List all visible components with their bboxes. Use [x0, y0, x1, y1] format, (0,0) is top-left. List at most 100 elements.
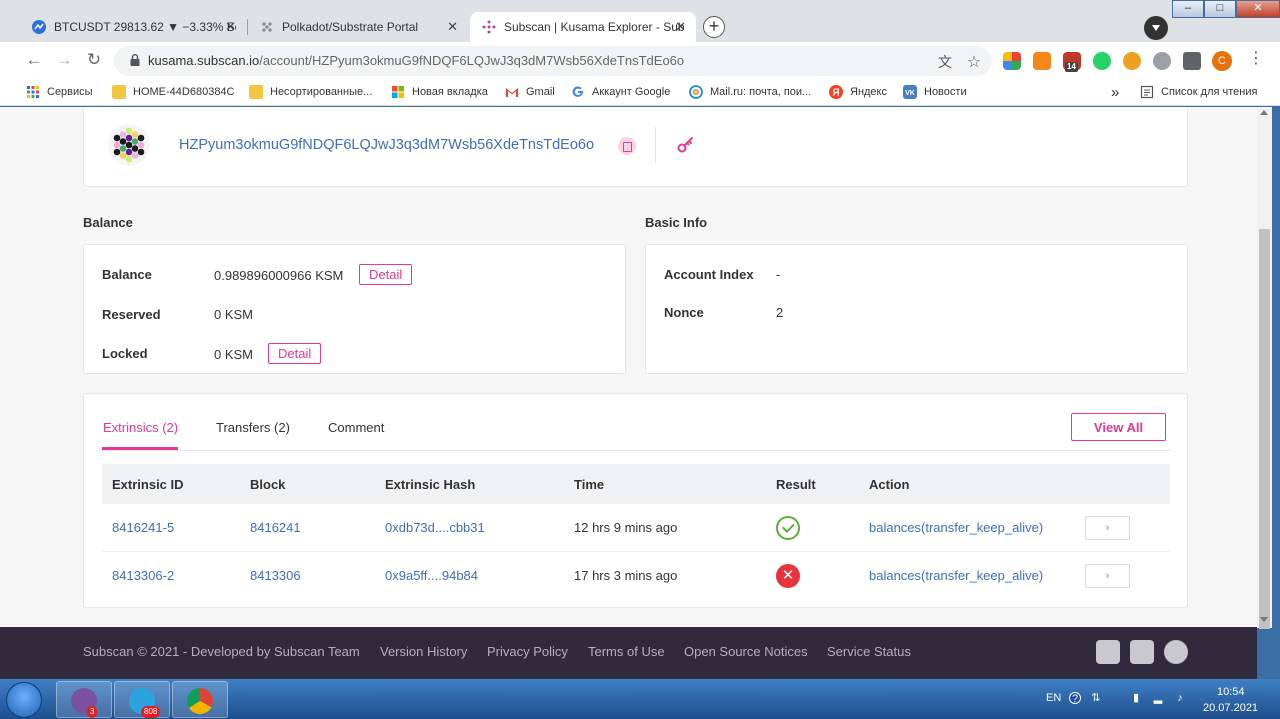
extrinsic-hash-link[interactable]: 0x9a5ff....94b84 [385, 568, 478, 583]
footer-terms-of-use[interactable]: Terms of Use [588, 644, 665, 659]
footer-privacy-policy[interactable]: Privacy Policy [487, 644, 568, 659]
bookmark-label: Яндекс [850, 86, 887, 98]
extrinsic-id-link[interactable]: 8416241-5 [112, 520, 174, 535]
gmail-icon [506, 88, 518, 97]
bookmark-home-folder[interactable]: HOME-44D680384C [112, 83, 235, 101]
reload-icon[interactable]: ↻ [84, 51, 104, 71]
bookmark-label: Аккаунт Google [592, 86, 671, 98]
bookmark-news[interactable]: VK Новости [903, 83, 967, 101]
bookmark-label: Сервисы [47, 86, 93, 98]
puzzle-extensions-icon[interactable] [1183, 52, 1201, 70]
bookmark-label: Новости [924, 86, 967, 98]
vk-icon: VK [903, 85, 917, 99]
translate-icon[interactable]: 文 [936, 52, 954, 70]
mail-icon[interactable] [1130, 640, 1154, 664]
block-link[interactable]: 8413306 [250, 568, 301, 583]
taskbar-viber[interactable]: 3 [56, 681, 112, 718]
scrollbar-thumb[interactable] [1259, 229, 1270, 629]
account-address[interactable]: HZPyum3okmuG9fNDQF6LQJwJ3q3dM7Wsb56XdeTn… [179, 137, 594, 153]
start-button[interactable] [6, 682, 42, 718]
bookmark-mailru[interactable]: Mail.ru: почта, пои... [689, 83, 811, 101]
network-icon[interactable]: ⇅ [1090, 692, 1102, 704]
whatsapp-icon[interactable] [1093, 52, 1111, 70]
support-icon[interactable] [1096, 640, 1120, 664]
minimize-button[interactable]: – [1172, 0, 1204, 18]
tab-transfers[interactable]: Transfers (2) [216, 420, 290, 435]
volume-icon[interactable]: ♪ [1174, 692, 1186, 704]
bookmark-new-tab[interactable]: Новая вкладка [391, 83, 488, 101]
new-tab-button[interactable]: + [703, 16, 725, 38]
account-index-label: Account Index [664, 267, 754, 282]
signal-icon[interactable]: ▂ [1152, 692, 1164, 704]
taskbar-telegram[interactable]: 808 [114, 681, 170, 718]
scroll-up-icon[interactable] [1260, 110, 1268, 115]
clock-time[interactable]: 10:54 [1217, 686, 1245, 698]
close-tab-icon[interactable]: ✕ [675, 19, 686, 35]
metamask-icon[interactable] [1033, 52, 1051, 70]
close-window-button[interactable]: ✕ [1236, 0, 1280, 18]
globe-icon[interactable] [1164, 640, 1188, 664]
bookmark-gmail[interactable]: Gmail [505, 83, 555, 101]
tab-search-icon[interactable] [1144, 16, 1168, 40]
bookmarks-overflow-icon[interactable]: » [1111, 83, 1119, 101]
block-link[interactable]: 8416241 [250, 520, 301, 535]
bookmark-star-icon[interactable]: ☆ [965, 52, 983, 71]
view-all-button[interactable]: View All [1071, 413, 1166, 441]
forward-icon[interactable]: → [54, 51, 74, 71]
tab-extrinsics[interactable]: Extrinsics (2) [103, 420, 178, 435]
action-link[interactable]: balances(transfer_keep_alive) [869, 568, 1043, 583]
bookmark-label: Gmail [526, 86, 555, 98]
folder-icon [249, 85, 263, 99]
bookmark-google-account[interactable]: Аккаунт Google [571, 83, 670, 101]
back-icon[interactable]: ← [24, 51, 44, 71]
tab-comment[interactable]: Comment [328, 420, 384, 435]
tab-subscan[interactable]: Subscan | Kusama Explorer - Sub ✕ [470, 12, 696, 42]
tab-btcusdt[interactable]: BTCUSDT 29813.62 ▼ −3.33% Бе ✕ [20, 12, 246, 42]
taskbar-chrome[interactable] [172, 681, 228, 718]
url-text[interactable]: kusama.subscan.io/account/HZPyum3okmuG9f… [148, 53, 684, 68]
column-header: Extrinsic Hash [385, 477, 476, 492]
incognito-extension-icon[interactable] [1153, 52, 1171, 70]
svg-text:Я: Я [832, 88, 839, 99]
key-icon[interactable] [676, 135, 696, 155]
windows-taskbar: 3 808 EN ? ⇅ ▮ ▂ ♪ 10:54 20.07.2021 [0, 679, 1280, 719]
bookmark-unsorted-folder[interactable]: Несортированные... [249, 83, 372, 101]
help-icon[interactable]: ? [1069, 692, 1081, 705]
bookmark-services[interactable]: Сервисы [26, 83, 93, 101]
lock-icon[interactable] [130, 54, 140, 66]
tab-polkadot[interactable]: Polkadot/Substrate Portal ✕ [248, 12, 468, 42]
language-indicator[interactable]: EN [1046, 692, 1061, 704]
close-tab-icon[interactable]: ✕ [225, 19, 236, 35]
footer-copyright[interactable]: Subscan © 2021 - Developed by Subscan Te… [83, 644, 360, 659]
close-tab-icon[interactable]: ✕ [447, 19, 458, 35]
coin-extension-icon[interactable] [1123, 52, 1141, 70]
maximize-button[interactable]: □ [1204, 0, 1236, 18]
row-expand-button[interactable]: › [1085, 564, 1130, 588]
extension-badge-icon[interactable]: 14 [1063, 52, 1081, 72]
clock-date[interactable]: 20.07.2021 [1203, 702, 1258, 714]
action-link[interactable]: balances(transfer_keep_alive) [869, 520, 1043, 535]
locked-detail-button[interactable]: Detail [268, 343, 322, 364]
row-expand-button[interactable]: › [1085, 516, 1130, 540]
balance-detail-button[interactable]: Detail [359, 264, 413, 285]
footer-open-source-notices[interactable]: Open Source Notices [684, 644, 808, 659]
subscan-icon [482, 20, 496, 34]
browser-menu-icon[interactable]: ⋮ [1248, 50, 1264, 70]
usb-icon[interactable]: ▮ [1130, 692, 1142, 704]
scroll-down-icon[interactable] [1260, 617, 1268, 622]
time-value: 12 hrs 9 mins ago [574, 520, 678, 535]
bookmark-yandex[interactable]: Я Яндекс [829, 83, 887, 101]
profile-avatar[interactable]: C [1212, 51, 1232, 71]
page-scrollbar[interactable] [1257, 107, 1272, 629]
apps-extension-icon[interactable] [1003, 52, 1021, 70]
svg-text:VK: VK [905, 90, 915, 97]
extrinsics-card: Extrinsics (2) Transfers (2) Comment Vie… [83, 393, 1188, 608]
footer-service-status[interactable]: Service Status [827, 644, 911, 659]
extrinsic-hash-link[interactable]: 0xdb73d....cbb31 [385, 520, 485, 535]
reading-list-button[interactable]: Список для чтения [1140, 83, 1257, 101]
copy-icon[interactable] [618, 137, 636, 155]
microsoft-icon [392, 86, 404, 98]
extrinsic-id-link[interactable]: 8413306-2 [112, 568, 174, 583]
balance-label: Balance [102, 267, 152, 282]
footer-version-history[interactable]: Version History [380, 644, 467, 659]
